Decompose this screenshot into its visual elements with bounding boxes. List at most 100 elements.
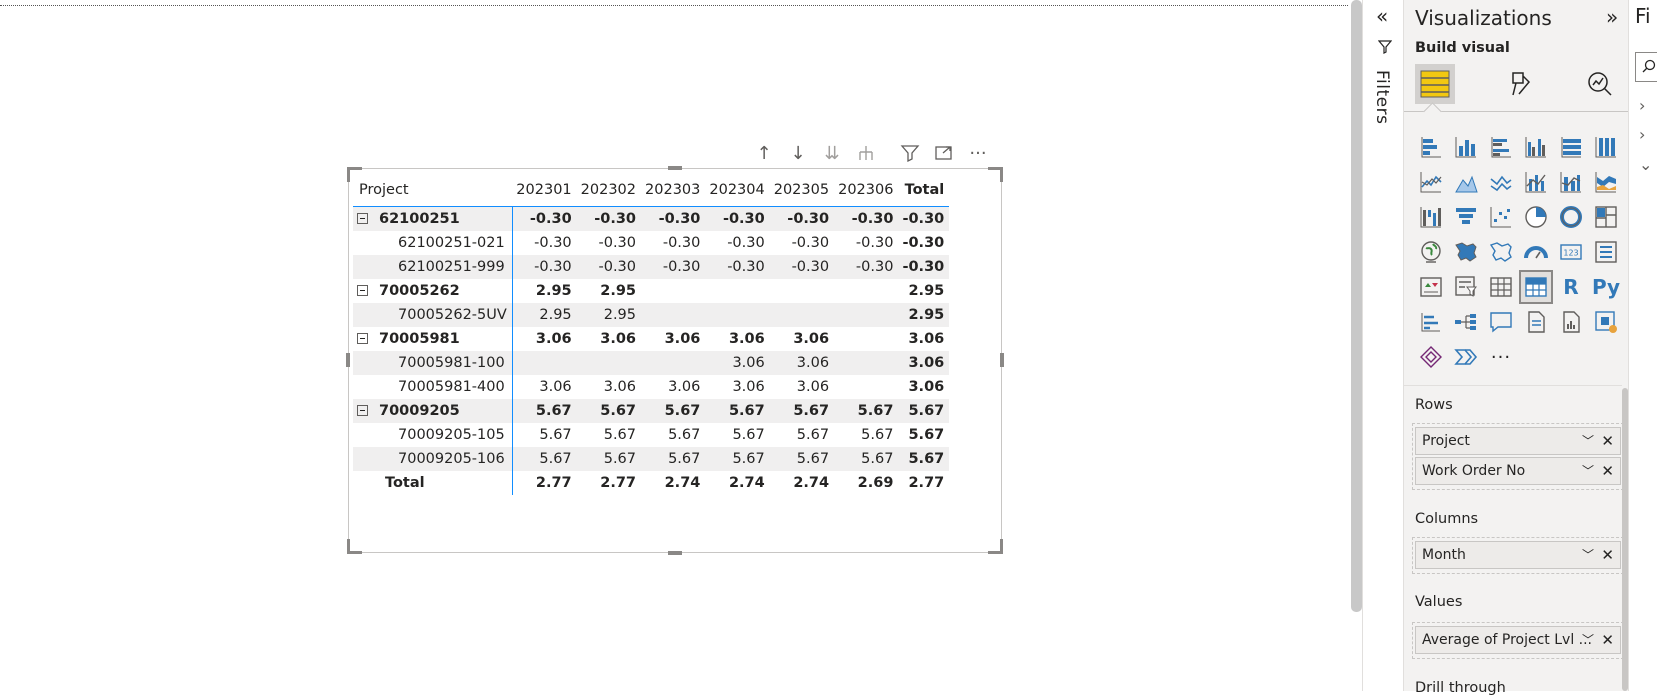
power-automate-icon[interactable] xyxy=(1416,342,1446,372)
total-cell[interactable]: -0.30 xyxy=(898,255,950,279)
power-apps-icon[interactable] xyxy=(1591,307,1621,337)
chevron-down-icon[interactable]: ﹀ xyxy=(1582,542,1594,568)
column-header-month[interactable]: 202306 xyxy=(834,173,899,207)
qa-visual-icon[interactable] xyxy=(1486,307,1516,337)
row-header[interactable]: 62100251 xyxy=(353,206,513,231)
value-cell[interactable]: 2.69 xyxy=(834,471,898,495)
row-header[interactable]: 70005981 xyxy=(353,327,513,351)
filled-map-icon[interactable] xyxy=(1451,237,1481,267)
100-stacked-column-chart-icon[interactable] xyxy=(1591,132,1621,162)
value-cell[interactable]: -0.30 xyxy=(641,206,706,231)
value-cell[interactable]: 5.67 xyxy=(641,447,706,471)
matrix-child-row[interactable]: 70005981-400 3.06 3.06 3.06 3.06 3.06 3.06 xyxy=(353,375,949,399)
chevron-right-icon[interactable]: › xyxy=(1639,125,1645,144)
value-cell[interactable]: 5.67 xyxy=(705,399,770,423)
analytics-tab[interactable] xyxy=(1580,64,1620,104)
value-cell[interactable]: 2.95 xyxy=(577,279,641,303)
line-clustered-column-chart-icon[interactable] xyxy=(1521,167,1551,197)
kpi-icon[interactable] xyxy=(1416,272,1446,302)
value-cell[interactable]: -0.30 xyxy=(576,255,642,279)
value-cell[interactable] xyxy=(705,303,770,327)
donut-chart-icon[interactable] xyxy=(1556,202,1586,232)
stacked-column-chart-icon[interactable] xyxy=(1451,132,1481,162)
row-header[interactable]: Total xyxy=(353,471,513,495)
value-cell[interactable]: -0.30 xyxy=(705,206,770,231)
column-header-project[interactable]: Project xyxy=(353,173,513,207)
gauge-icon[interactable] xyxy=(1521,237,1551,267)
value-cell[interactable]: 3.06 xyxy=(705,351,770,375)
value-cell[interactable]: 3.06 xyxy=(705,375,769,399)
value-cell[interactable]: 2.95 xyxy=(512,303,577,327)
value-cell[interactable]: 5.67 xyxy=(834,399,899,423)
drill-up-icon[interactable]: ↑ xyxy=(752,142,776,164)
value-cell[interactable]: 5.67 xyxy=(576,399,642,423)
table-icon[interactable] xyxy=(1486,272,1516,302)
matrix-child-row[interactable]: 70009205-105 5.67 5.67 5.67 5.67 5.67 5.67 5.67 xyxy=(353,423,949,447)
slicer-icon[interactable] xyxy=(1451,272,1481,302)
collapse-icon[interactable] xyxy=(357,405,368,416)
column-header-month[interactable]: 202304 xyxy=(705,173,770,207)
matrix-child-row[interactable]: 70009205-106 5.67 5.67 5.67 5.67 5.67 5.67 5.67 xyxy=(353,447,950,471)
total-cell[interactable]: 3.06 xyxy=(898,351,950,375)
value-cell[interactable] xyxy=(641,303,706,327)
matrix-child-row[interactable]: 62100251-021 -0.30 -0.30 -0.30 -0.30 -0.30 -0.… xyxy=(353,231,949,255)
collapse-icon[interactable] xyxy=(357,333,368,344)
value-cell[interactable]: 5.67 xyxy=(834,447,899,471)
expand-right-icon[interactable]: » xyxy=(1606,5,1618,29)
drill-down-icon[interactable]: ↓ xyxy=(786,142,810,164)
matrix-group-row[interactable]: 70009205 5.67 5.67 5.67 5.67 5.67 5.67 5.67 xyxy=(353,399,950,423)
value-cell[interactable]: 5.67 xyxy=(769,447,835,471)
column-header-month[interactable]: 202302 xyxy=(576,173,642,207)
more-options-icon[interactable]: ··· xyxy=(966,142,990,164)
value-cell[interactable]: -0.30 xyxy=(834,206,899,231)
total-cell[interactable]: 3.06 xyxy=(898,327,949,351)
row-header[interactable]: 70009205 xyxy=(353,399,513,423)
matrix-group-row[interactable]: 70005981 3.06 3.06 3.06 3.06 3.06 3.06 xyxy=(353,327,949,351)
value-cell[interactable]: -0.30 xyxy=(641,231,705,255)
map-icon[interactable] xyxy=(1416,237,1446,267)
value-cell[interactable]: 3.06 xyxy=(512,375,576,399)
paginated-report-icon[interactable] xyxy=(1556,307,1586,337)
total-cell[interactable]: 2.77 xyxy=(898,471,949,495)
value-cell[interactable] xyxy=(834,375,898,399)
value-cell[interactable]: 5.67 xyxy=(834,423,898,447)
format-visual-tab[interactable] xyxy=(1500,64,1540,104)
row-header[interactable]: 70005262 xyxy=(353,279,513,303)
value-cell[interactable]: -0.30 xyxy=(834,255,899,279)
stacked-bar-chart-icon[interactable] xyxy=(1416,132,1446,162)
value-cell[interactable]: 5.67 xyxy=(577,423,641,447)
total-cell[interactable]: 5.67 xyxy=(898,447,950,471)
matrix-total-row[interactable]: Total 2.77 2.77 2.74 2.74 2.74 2.69 2.77 xyxy=(353,471,949,495)
value-cell[interactable]: -0.30 xyxy=(770,231,834,255)
value-cell[interactable] xyxy=(834,327,898,351)
area-chart-icon[interactable] xyxy=(1451,167,1481,197)
matrix-child-row[interactable]: 62100251-999 -0.30 -0.30 -0.30 -0.30 -0.30 -0.… xyxy=(353,255,950,279)
resize-handle[interactable] xyxy=(347,539,362,554)
pie-chart-icon[interactable] xyxy=(1521,202,1551,232)
100-stacked-bar-chart-icon[interactable] xyxy=(1556,132,1586,162)
row-header[interactable]: 70009205-106 xyxy=(353,447,513,471)
value-cell[interactable]: 5.67 xyxy=(769,399,835,423)
decomposition-tree-icon[interactable] xyxy=(1451,307,1481,337)
value-cell[interactable]: -0.30 xyxy=(705,231,769,255)
collapse-icon[interactable] xyxy=(357,213,368,224)
value-cell[interactable] xyxy=(641,279,705,303)
value-cell[interactable]: 5.67 xyxy=(512,447,577,471)
clustered-bar-chart-icon[interactable] xyxy=(1486,132,1516,162)
row-header[interactable]: 70005262-5UV xyxy=(353,303,513,327)
matrix-group-row[interactable]: 70005262 2.95 2.95 2.95 xyxy=(353,279,949,303)
value-cell[interactable]: -0.30 xyxy=(576,206,642,231)
value-cell[interactable]: -0.30 xyxy=(769,255,835,279)
value-cell[interactable] xyxy=(770,279,834,303)
resize-handle[interactable] xyxy=(668,551,682,555)
value-cell[interactable]: 3.06 xyxy=(641,327,705,351)
close-icon[interactable]: ✕ xyxy=(1601,428,1614,454)
row-header[interactable]: 62100251-021 xyxy=(353,231,513,255)
close-icon[interactable]: ✕ xyxy=(1601,458,1614,484)
value-cell[interactable]: 5.67 xyxy=(705,423,769,447)
row-header[interactable]: 62100251-999 xyxy=(353,255,513,279)
python-visual-icon[interactable]: Py xyxy=(1591,272,1621,302)
filter-icon[interactable] xyxy=(898,142,922,164)
close-icon[interactable]: ✕ xyxy=(1601,627,1614,653)
value-cell[interactable]: 3.06 xyxy=(769,351,835,375)
